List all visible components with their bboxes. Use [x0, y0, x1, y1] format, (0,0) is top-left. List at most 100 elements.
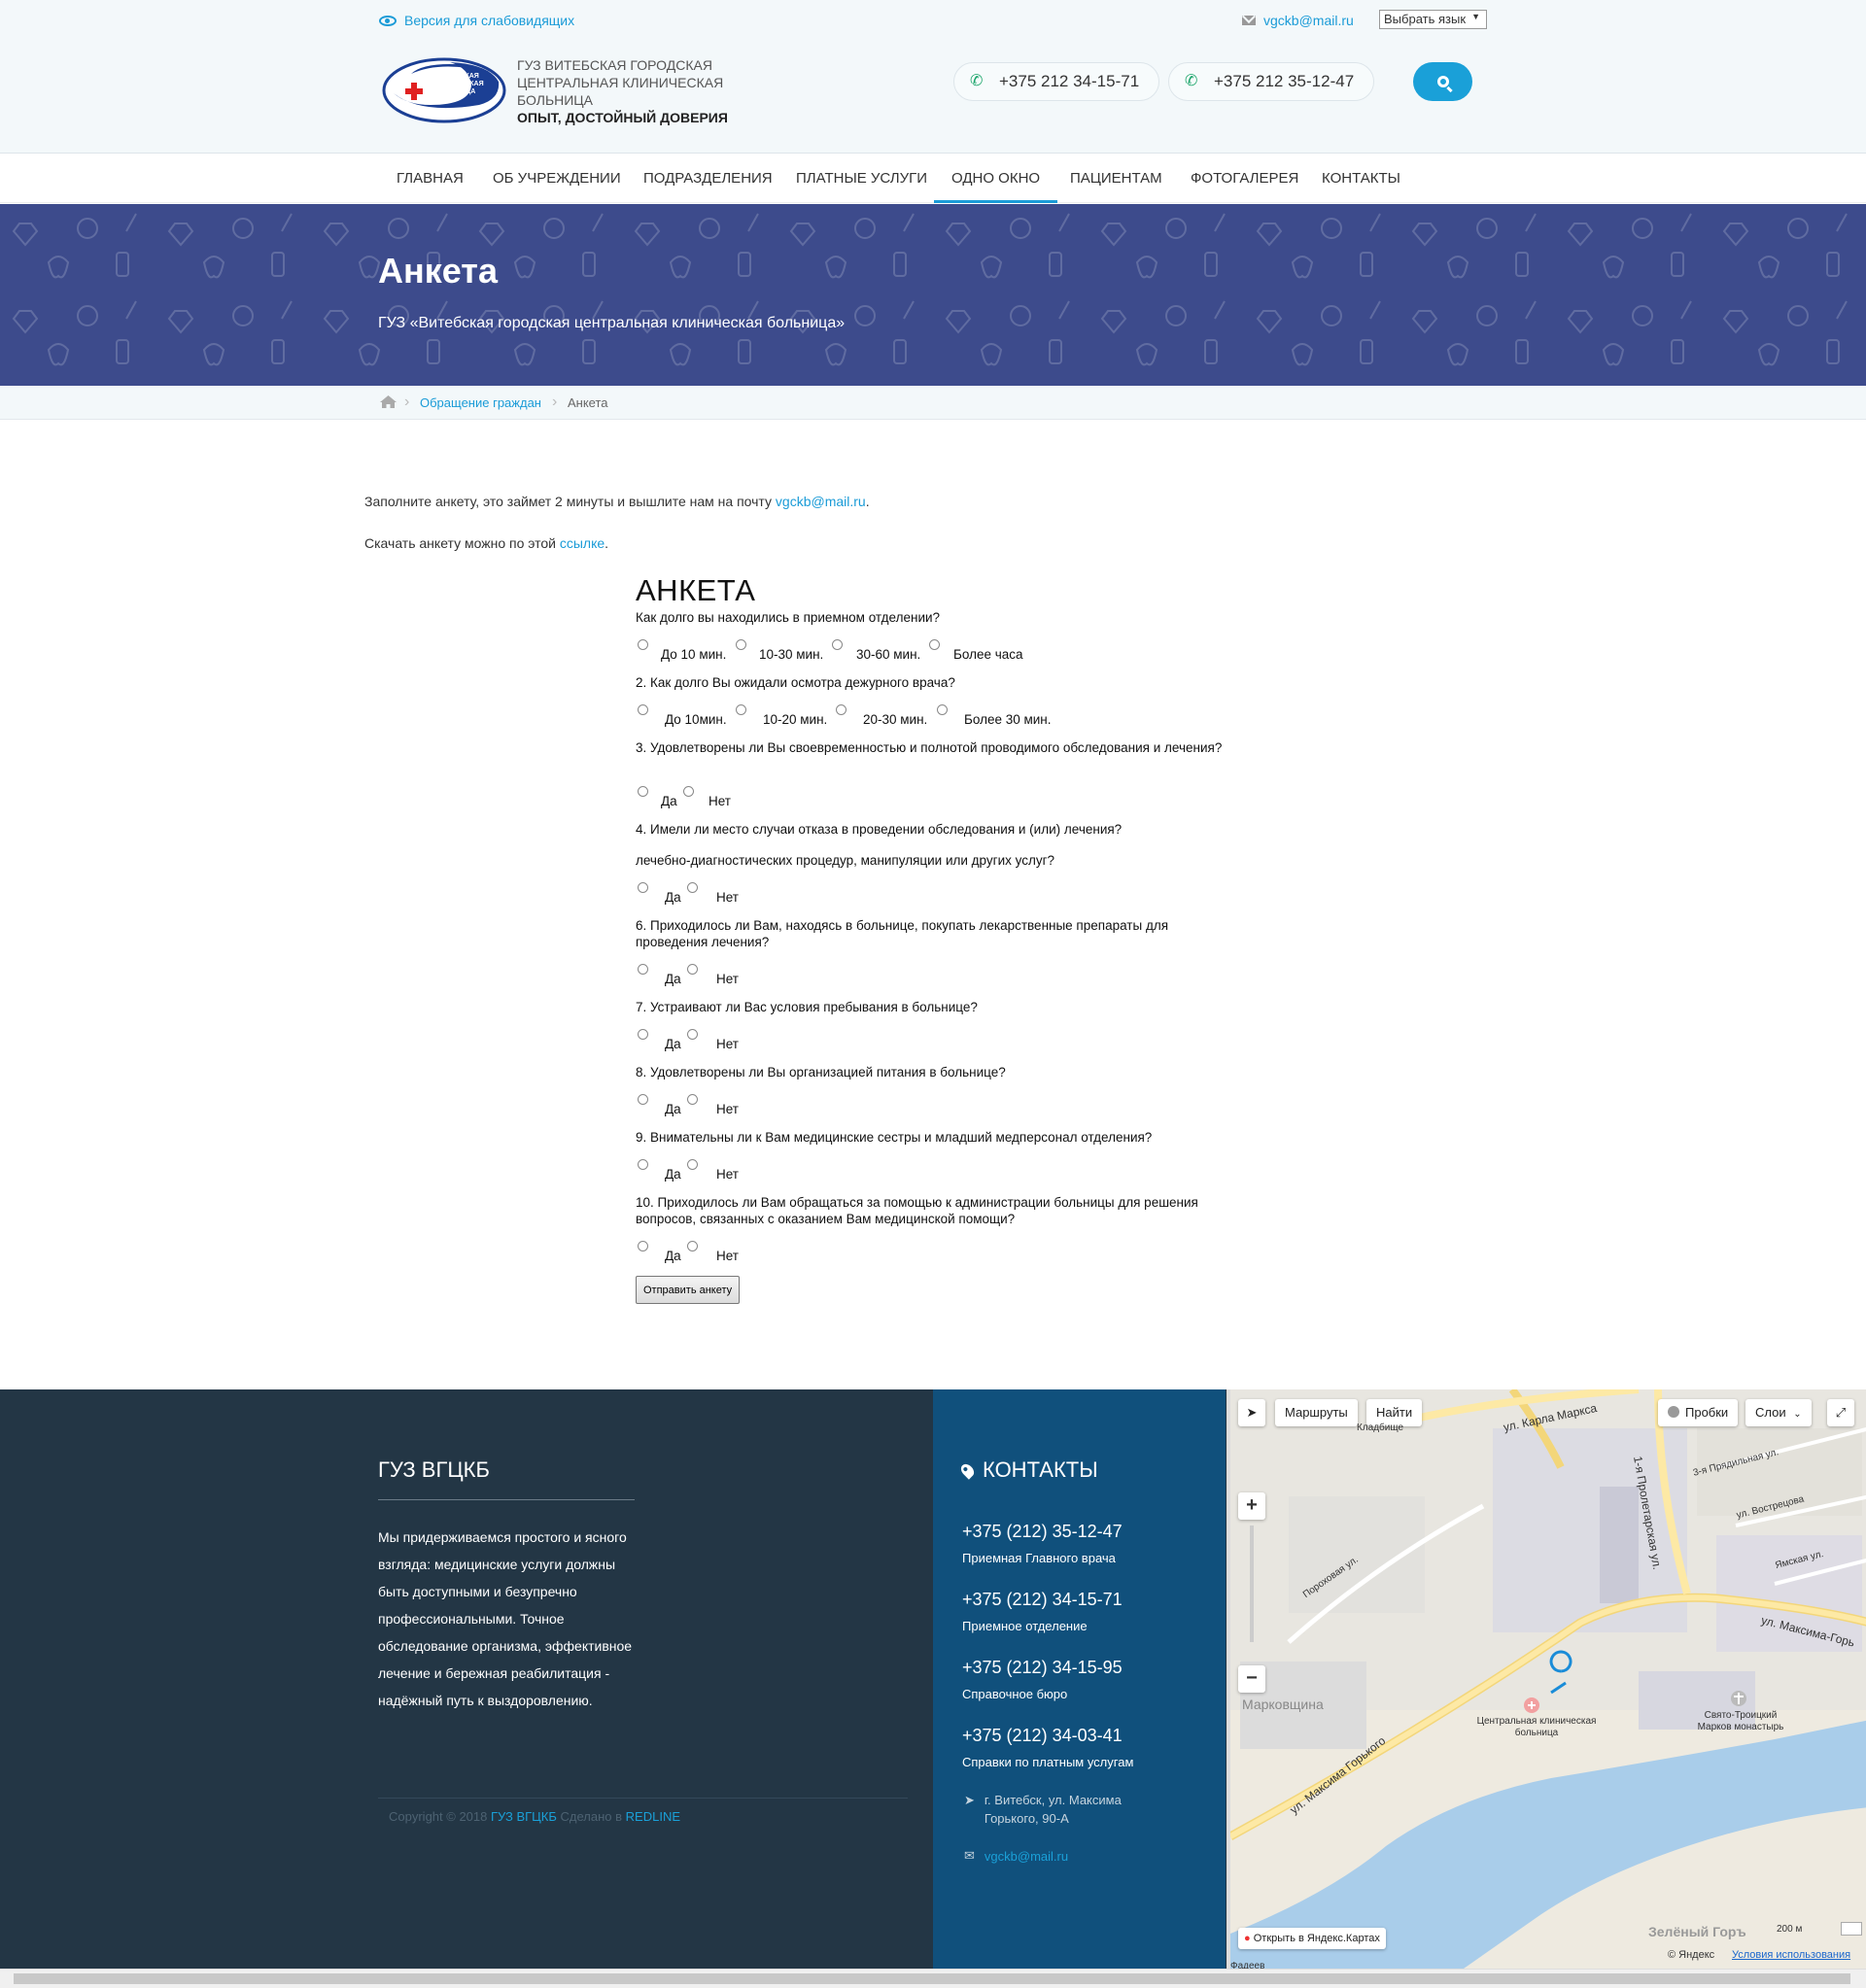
contact-phone-2[interactable]: +375 (212) 34-15-71	[962, 1590, 1123, 1610]
contact-label-4: Справки по платным услугам	[962, 1755, 1134, 1769]
radio-button[interactable]	[638, 1241, 648, 1251]
nav-item-gallery[interactable]: ФОТОГАЛЕРЕЯ	[1191, 154, 1298, 203]
map-district-label: Марковщина	[1242, 1697, 1324, 1712]
hospital-logo[interactable]: ГОРОДСКАЯ КЛИНИЧЕСКАЯ БОЛЬНИЦА	[382, 56, 506, 124]
page-subtitle: ГУЗ «Витебская городская центральная кли…	[378, 315, 846, 331]
radio-button[interactable]	[736, 704, 746, 715]
nav-item-patients[interactable]: ПАЦИЕНТАМ	[1070, 154, 1162, 203]
intro-text-1: Заполните анкету, это займет 2 минуты и …	[364, 494, 776, 509]
search-button[interactable]	[1413, 62, 1472, 101]
contact-label-2: Приемное отделение	[962, 1619, 1088, 1633]
option-label: 20-30 мин.	[863, 712, 928, 727]
radio-button[interactable]	[687, 1241, 698, 1251]
traffic-label: Пробки	[1685, 1405, 1729, 1420]
svg-text:ГОРОДСКАЯ: ГОРОДСКАЯ	[436, 73, 479, 80]
horizontal-scrollbar[interactable]	[0, 1969, 1866, 1988]
intro-email-link[interactable]: vgckb@mail.ru	[776, 494, 866, 509]
dropdown-arrow-icon: ▼	[1471, 12, 1480, 21]
radio-button[interactable]	[687, 1029, 698, 1040]
contact-phone-3[interactable]: +375 (212) 34-15-95	[962, 1658, 1123, 1678]
envelope-icon	[1242, 16, 1256, 25]
option-label: Нет	[716, 1249, 739, 1263]
language-select[interactable]: Выбрать язык ▼	[1379, 10, 1487, 29]
nav-item-contacts[interactable]: КОНТАКТЫ	[1322, 154, 1400, 203]
zoom-out-button[interactable]: −	[1238, 1665, 1265, 1693]
header-email[interactable]: vgckb@mail.ru	[1242, 13, 1354, 28]
radio-button[interactable]	[836, 704, 847, 715]
copyright-org-link[interactable]: ГУЗ ВГЦКБ	[491, 1809, 557, 1824]
option-label: Нет	[716, 1037, 739, 1051]
org-line-3: БОЛЬНИЦА	[517, 92, 594, 108]
question-2: 2. Как долго Вы ожидали осмотра дежурног…	[636, 675, 955, 690]
routes-button[interactable]: Маршруты	[1275, 1399, 1358, 1426]
low-vision-label[interactable]: Версия для слабовидящих	[404, 13, 574, 28]
option-label: Нет	[716, 890, 739, 905]
phone-number-1[interactable]: +375 212 34-15-71	[999, 72, 1139, 91]
phone-pill-1[interactable]: ✆ +375 212 34-15-71	[953, 62, 1160, 101]
radio-button[interactable]	[638, 639, 648, 650]
org-line-2: ЦЕНТРАЛЬНАЯ КЛИНИЧЕСКАЯ	[517, 75, 724, 90]
radio-button[interactable]	[687, 882, 698, 893]
fullscreen-button[interactable]: ⤢	[1827, 1399, 1854, 1426]
radio-button[interactable]	[929, 639, 940, 650]
radio-button[interactable]	[832, 639, 843, 650]
map-copyright: © Яндекс	[1668, 1949, 1715, 1961]
traffic-button[interactable]: Пробки	[1658, 1399, 1739, 1426]
contact-email-link[interactable]: vgckb@mail.ru	[985, 1849, 1068, 1864]
survey-title: АНКЕТА	[636, 573, 756, 607]
radio-button[interactable]	[687, 964, 698, 975]
question-10: 10. Приходилось ли Вам обращаться за пом…	[636, 1195, 1198, 1226]
geolocation-button[interactable]: ➤	[1238, 1399, 1265, 1426]
home-icon[interactable]	[380, 395, 397, 408]
zoom-in-button[interactable]: +	[1238, 1492, 1265, 1520]
nav-item-about[interactable]: ОБ УЧРЕЖДЕНИИ	[493, 154, 621, 203]
phone-number-2[interactable]: +375 212 35-12-47	[1214, 72, 1354, 91]
nav-item-one-window[interactable]: ОДНО ОКНО	[933, 154, 1058, 203]
breadcrumb-link[interactable]: Обращение граждан	[420, 395, 541, 410]
svg-text:БОЛЬНИЦА: БОЛЬНИЦА	[436, 88, 476, 95]
low-vision-link[interactable]: Версия для слабовидящих	[379, 13, 574, 28]
radio-button[interactable]	[638, 1094, 648, 1105]
slogan: ОПЫТ, ДОСТОЙНЫЙ ДОВЕРИЯ	[517, 110, 728, 125]
option-label: Более часа	[953, 647, 1023, 662]
question-6: 6. Приходилось ли Вам, находясь в больни…	[636, 918, 1169, 949]
nav-item-paid-services[interactable]: ПЛАТНЫЕ УСЛУГИ	[796, 154, 927, 203]
radio-button[interactable]	[638, 882, 648, 893]
radio-button[interactable]	[638, 1029, 648, 1040]
header-email-link[interactable]: vgckb@mail.ru	[1263, 13, 1354, 28]
scrollbar-thumb[interactable]	[14, 1973, 1850, 1984]
nav-item-departments[interactable]: ПОДРАЗДЕЛЕНИЯ	[643, 154, 773, 203]
radio-button[interactable]	[687, 1159, 698, 1170]
map-canvas[interactable]	[1230, 1389, 1866, 1969]
radio-button[interactable]	[736, 639, 746, 650]
download-link[interactable]: ссылке	[560, 535, 605, 551]
breadcrumb-chevron-icon: ›	[404, 394, 410, 410]
radio-button[interactable]	[638, 786, 648, 797]
copyright-prefix: Copyright © 2018	[389, 1809, 491, 1824]
radio-button[interactable]	[638, 964, 648, 975]
question-5: лечебно-диагностических процедур, манипу…	[636, 853, 1055, 868]
layers-button[interactable]: Слои ⌄	[1745, 1399, 1812, 1426]
map-terms-link[interactable]: Условия использования	[1732, 1949, 1850, 1961]
yandex-map[interactable]: ➤ Маршруты Найти Пробки Слои ⌄ ⤢ + − ул.…	[1227, 1389, 1866, 1969]
radio-button[interactable]	[683, 786, 694, 797]
phone-pill-2[interactable]: ✆ +375 212 35-12-47	[1168, 62, 1375, 101]
contact-phone-1[interactable]: +375 (212) 35-12-47	[962, 1522, 1123, 1542]
intro-line-2: Скачать анкету можно по этой ссылке.	[364, 535, 608, 551]
contact-phone-4[interactable]: +375 (212) 34-03-41	[962, 1726, 1123, 1746]
radio-button[interactable]	[638, 1159, 648, 1170]
radio-button[interactable]	[638, 704, 648, 715]
submit-survey-button[interactable]: Отправить анкету	[636, 1276, 741, 1304]
option-label: Да	[661, 794, 677, 808]
open-in-yandex-maps-link[interactable]: ● Открыть в Яндекс.Картах	[1238, 1928, 1386, 1949]
contact-email[interactable]: ✉ vgckb@mail.ru	[964, 1848, 1068, 1864]
nav-item-home[interactable]: ГЛАВНАЯ	[397, 154, 464, 203]
option-label: 10-30 мин.	[759, 647, 824, 662]
radio-button[interactable]	[937, 704, 948, 715]
location-arrow-icon: ➤	[964, 1793, 975, 1807]
developer-link[interactable]: REDLINE	[626, 1809, 680, 1824]
ruler-icon	[1841, 1922, 1862, 1936]
radio-button[interactable]	[687, 1094, 698, 1105]
question-4: 4. Имели ли место случаи отказа в провед…	[636, 822, 1123, 837]
zoom-slider[interactable]	[1250, 1525, 1254, 1642]
